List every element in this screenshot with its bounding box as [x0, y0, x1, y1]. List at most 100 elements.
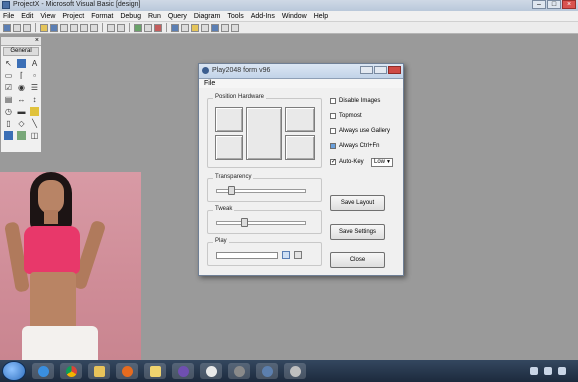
open-icon[interactable]	[40, 23, 48, 32]
menu-format[interactable]: Format	[91, 13, 113, 20]
stop-button-icon[interactable]	[294, 251, 302, 259]
taskbar-mail-icon[interactable]	[144, 363, 166, 379]
project-explorer-icon[interactable]	[171, 23, 179, 32]
tray-network-icon[interactable]	[530, 367, 538, 375]
position-top-right[interactable]	[285, 107, 315, 132]
position-center[interactable]	[246, 107, 282, 160]
save-settings-button[interactable]: Save Settings	[330, 224, 385, 240]
checkbox-box	[330, 98, 336, 104]
menu-view[interactable]: View	[40, 13, 55, 20]
menu-editor-icon[interactable]	[23, 23, 31, 32]
add-form-icon[interactable]	[13, 23, 21, 32]
menu-help[interactable]: Help	[314, 13, 328, 20]
menu-run[interactable]: Run	[148, 13, 161, 20]
menu-window[interactable]: Window	[282, 13, 307, 20]
shape-icon[interactable]: ◇	[17, 119, 26, 128]
transparency-slider-thumb[interactable]	[228, 186, 235, 195]
image-icon[interactable]	[4, 131, 13, 140]
toolbox-icon[interactable]	[211, 23, 219, 32]
drivelist-icon[interactable]: ▬	[17, 107, 26, 116]
position-top-left[interactable]	[215, 107, 243, 132]
dialog-menu-file[interactable]: File	[199, 79, 403, 88]
checkbox-icon[interactable]: ☑	[4, 83, 13, 92]
taskbar-chrome-icon[interactable]	[60, 363, 82, 379]
taskbar-chat-icon[interactable]	[200, 363, 222, 379]
always-ctrl-checkbox[interactable]: Always Ctrl+Fn	[330, 143, 380, 149]
start-button[interactable]	[2, 361, 26, 381]
taskbar-explorer-icon[interactable]	[88, 363, 110, 379]
label-icon[interactable]: A	[30, 59, 39, 68]
taskbar-firefox-icon[interactable]	[116, 363, 138, 379]
menu-file[interactable]: File	[3, 13, 14, 20]
frame-icon[interactable]: ⌈	[17, 71, 26, 80]
tweak-slider-thumb[interactable]	[241, 218, 248, 227]
menu-query[interactable]: Query	[168, 13, 187, 20]
end-icon[interactable]	[154, 23, 162, 32]
add-project-icon[interactable]	[3, 23, 11, 32]
copy-icon[interactable]	[70, 23, 78, 32]
data-view-icon[interactable]	[221, 23, 229, 32]
optionbutton-icon[interactable]: ◉	[17, 83, 26, 92]
dirlist-icon[interactable]	[30, 107, 39, 116]
taskbar-app-icon[interactable]	[228, 363, 250, 379]
cut-icon[interactable]	[60, 23, 68, 32]
commandbutton-icon[interactable]: ▫	[30, 71, 39, 80]
menu-debug[interactable]: Debug	[120, 13, 141, 20]
break-icon[interactable]	[144, 23, 152, 32]
auto-key-dropdown[interactable]: Low ▼	[371, 158, 393, 167]
play-button-icon[interactable]	[282, 251, 290, 259]
topmost-checkbox[interactable]: Topmost	[330, 113, 362, 119]
filelist-icon[interactable]: ▯	[4, 119, 13, 128]
close-dialog-button[interactable]: Close	[330, 252, 385, 268]
menu-edit[interactable]: Edit	[21, 13, 33, 20]
save-layout-button[interactable]: Save Layout	[330, 195, 385, 211]
textbox-icon[interactable]: ▭	[4, 71, 13, 80]
tweak-slider-track[interactable]	[216, 221, 306, 225]
tray-volume-icon[interactable]	[544, 367, 552, 375]
combobox-icon[interactable]: ☰	[30, 83, 39, 92]
redo-icon[interactable]	[117, 23, 125, 32]
save-icon[interactable]	[50, 23, 58, 32]
listbox-icon[interactable]: ▤	[4, 95, 13, 104]
undo-icon[interactable]	[107, 23, 115, 32]
paste-icon[interactable]	[80, 23, 88, 32]
component-manager-icon[interactable]	[231, 23, 239, 32]
close-button[interactable]: ×	[562, 0, 576, 9]
data-icon[interactable]	[17, 131, 26, 140]
minimize-button[interactable]: –	[532, 0, 546, 9]
find-icon[interactable]	[90, 23, 98, 32]
checkbox-label: Topmost	[339, 113, 362, 119]
taskbar-tools-icon[interactable]	[284, 363, 306, 379]
timer-icon[interactable]: ◷	[4, 107, 13, 116]
dialog-minimize-button[interactable]	[360, 66, 373, 74]
taskbar-vb-icon[interactable]	[256, 363, 278, 379]
properties-icon[interactable]	[181, 23, 189, 32]
start-icon[interactable]	[134, 23, 142, 32]
always-gallery-checkbox[interactable]: Always use Gallery	[330, 128, 390, 134]
close-icon[interactable]: ×	[35, 37, 39, 44]
taskbar-ie-icon[interactable]	[32, 363, 54, 379]
toolbox-general-tab[interactable]: General	[3, 47, 39, 56]
menu-tools[interactable]: Tools	[227, 13, 243, 20]
dialog-maximize-button[interactable]	[374, 66, 387, 74]
auto-key-checkbox[interactable]: ✓ Auto-Key	[330, 159, 364, 165]
hscrollbar-icon[interactable]: ↔	[17, 95, 26, 104]
tweak-label: Tweak	[213, 206, 235, 212]
object-browser-icon[interactable]	[201, 23, 209, 32]
form-layout-icon[interactable]	[191, 23, 199, 32]
disable-images-checkbox[interactable]: Disable Images	[330, 98, 380, 104]
tray-power-icon[interactable]	[558, 367, 566, 375]
picturebox-icon[interactable]	[17, 59, 26, 68]
position-bottom-right[interactable]	[285, 135, 315, 160]
menu-project[interactable]: Project	[62, 13, 84, 20]
menu-diagram[interactable]: Diagram	[194, 13, 220, 20]
ole-icon[interactable]: ◫	[30, 131, 39, 140]
pointer-icon[interactable]: ↖	[4, 59, 13, 68]
maximize-button[interactable]: □	[547, 0, 561, 9]
dialog-close-button[interactable]	[388, 66, 401, 74]
taskbar-media-icon[interactable]	[172, 363, 194, 379]
line-icon[interactable]: ╲	[30, 119, 39, 128]
position-bottom-left[interactable]	[215, 135, 243, 160]
menu-addins[interactable]: Add-Ins	[251, 13, 275, 20]
vscrollbar-icon[interactable]: ↕	[30, 95, 39, 104]
